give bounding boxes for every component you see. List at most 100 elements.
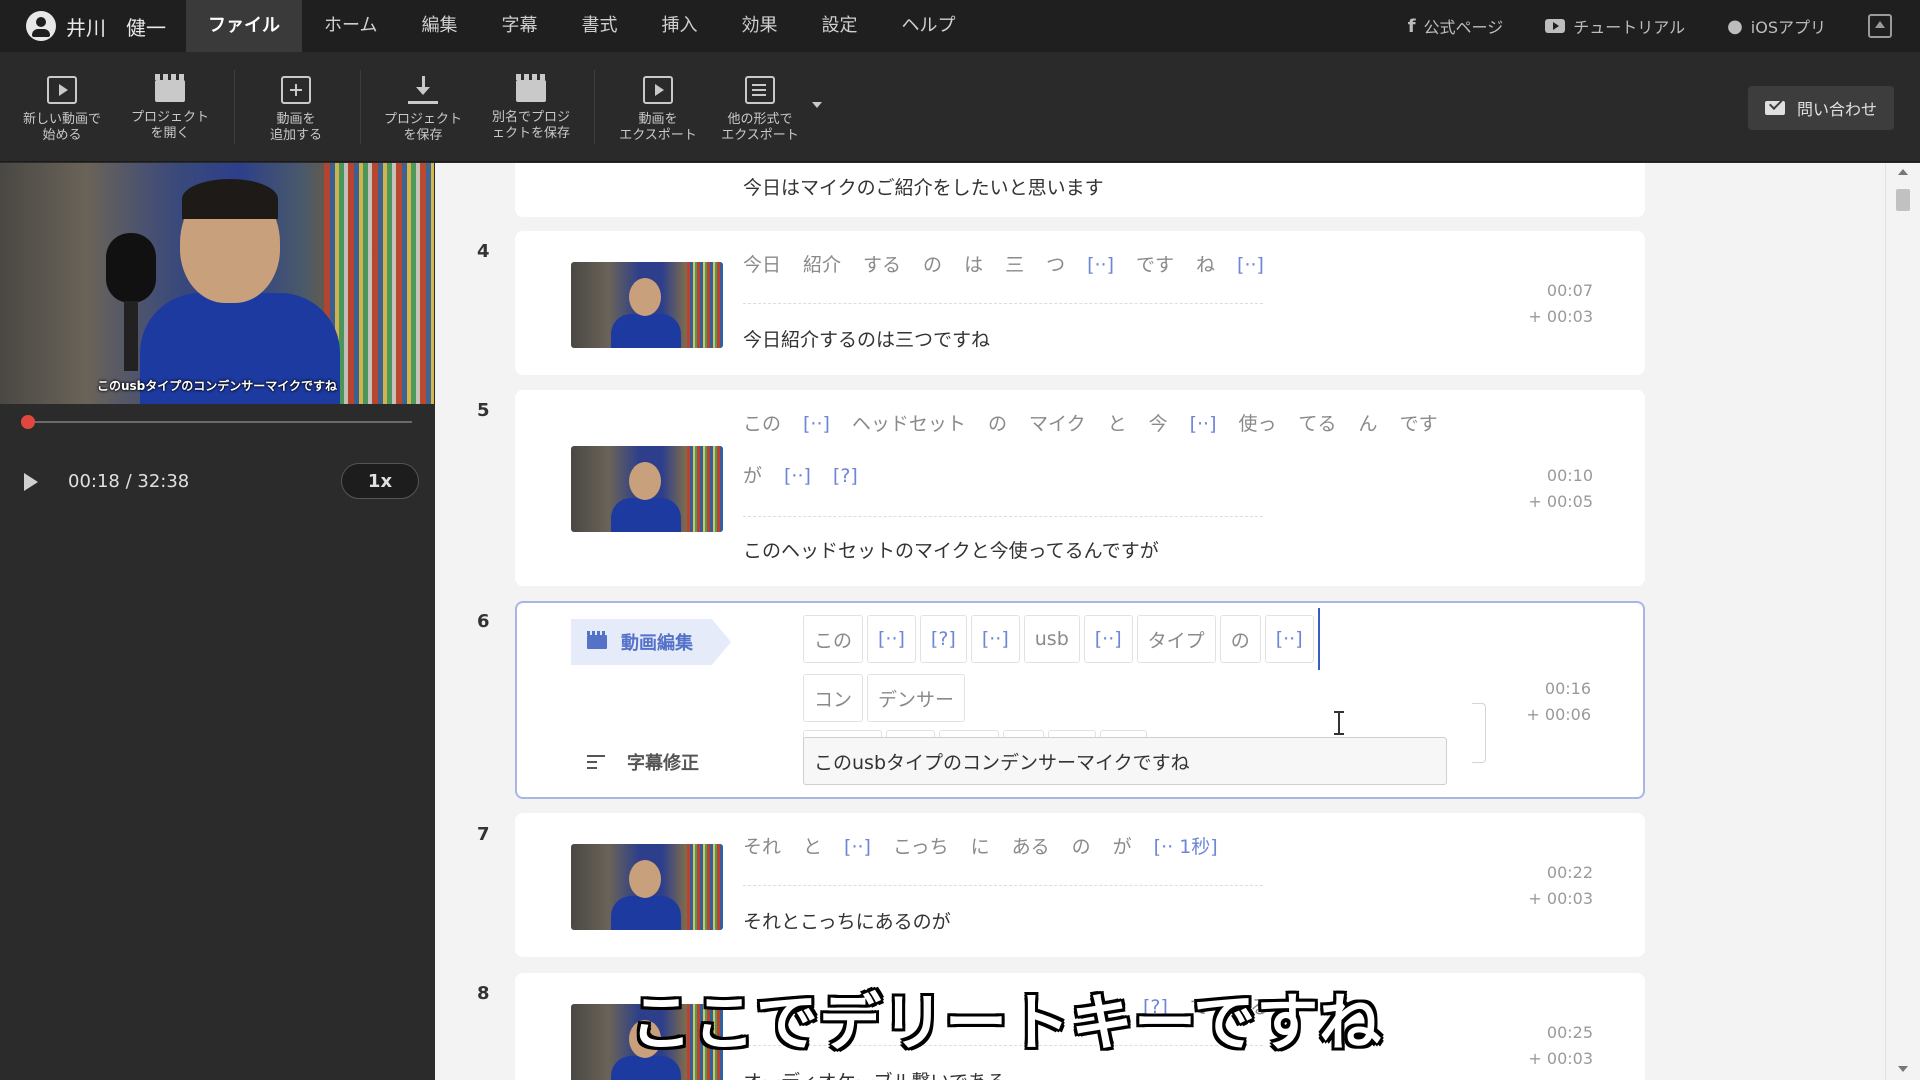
scrollbar[interactable]	[1885, 163, 1920, 1080]
menu-file[interactable]: ファイル	[186, 0, 302, 52]
play-icon[interactable]	[24, 473, 38, 491]
word-token[interactable]: ヘッドセット	[852, 398, 966, 450]
save-as-button[interactable]: 別名でプロジ ェクトを保存	[484, 52, 578, 162]
transcript-row[interactable]: 今日はマイクのご紹介をしたいと思います	[515, 163, 1645, 217]
filler-chip[interactable]: [?]	[919, 615, 967, 663]
add-video-button[interactable]: 動画を 追加する	[252, 52, 340, 162]
menu-settings[interactable]: 設定	[799, 0, 879, 52]
word-token[interactable]: てる	[1299, 398, 1337, 450]
word-token[interactable]: です	[1400, 398, 1438, 450]
word-chip[interactable]: タイプ	[1136, 615, 1216, 663]
word-tokens[interactable]: 今日 紹介 するのは三つ [··] ですね [··]	[743, 239, 1445, 291]
word-token[interactable]: が	[1113, 821, 1132, 873]
subtitle-fix-tab[interactable]: 字幕修正	[587, 749, 699, 775]
menu-edit[interactable]: 編集	[399, 0, 479, 52]
word-token[interactable]: つ	[1046, 239, 1065, 291]
transcript-row[interactable]: それと [··] こっちにあるのが [·· 1秒] それとこっちにあるのが 00:22…	[515, 813, 1645, 957]
scroll-up-icon[interactable]	[1898, 169, 1908, 175]
scroll-down-icon[interactable]	[1898, 1066, 1908, 1072]
word-token[interactable]: こっち	[893, 821, 949, 873]
word-token[interactable]: の	[988, 398, 1007, 450]
transcript-row[interactable]: 今日 紹介 するのは三つ [··] ですね [··] 今日紹介するのは三つですね 00:0…	[515, 231, 1645, 375]
subtitle-text[interactable]: オーディオケーブル繋いである	[743, 1067, 1006, 1080]
word-token[interactable]: と	[803, 821, 822, 873]
filler-token[interactable]: [··]	[1087, 239, 1114, 291]
collapse-ribbon-button[interactable]	[1868, 14, 1892, 38]
menu-home[interactable]: ホーム	[302, 0, 399, 52]
new-video-button[interactable]: 新しい動画で 始める	[18, 52, 106, 162]
open-project-label-1: プロジェクト	[130, 110, 209, 125]
video-preview[interactable]: このusbタイプのコンデンサーマイクですね	[0, 163, 434, 404]
menu-format[interactable]: 書式	[559, 0, 639, 52]
word-tokens[interactable]: それと [··] こっちにあるのが [·· 1秒]	[743, 821, 1445, 873]
menu-help[interactable]: ヘルプ	[879, 0, 977, 52]
export-other-button[interactable]: 他の形式で エクスポート	[714, 52, 806, 162]
filler-chip[interactable]: [··]	[970, 615, 1020, 663]
word-chip[interactable]: デンサー	[867, 674, 966, 722]
word-token[interactable]: ん	[1359, 398, 1378, 450]
filler-chip[interactable]: [··]	[1264, 615, 1314, 663]
filler-token[interactable]: [·· 1秒]	[1154, 821, 1218, 873]
word-token[interactable]: の	[1072, 821, 1091, 873]
menu-subtitle[interactable]: 字幕	[479, 0, 559, 52]
export-video-button[interactable]: 動画を エクスポート	[612, 52, 704, 162]
clip-thumbnail[interactable]	[571, 446, 723, 532]
chevron-down-icon[interactable]	[812, 102, 822, 108]
menu-insert[interactable]: 挿入	[639, 0, 719, 52]
word-token[interactable]: ね	[1196, 239, 1215, 291]
playback-speed-button[interactable]: 1x	[341, 463, 419, 499]
filler-token[interactable]: [··]	[1190, 398, 1217, 450]
word-token[interactable]: それ	[743, 821, 781, 873]
user-account[interactable]: 井川 健一	[0, 11, 186, 41]
word-token[interactable]: に	[971, 821, 990, 873]
word-token[interactable]: です	[1136, 239, 1174, 291]
filler-token[interactable]: [··]	[784, 450, 811, 502]
subtitle-text[interactable]: 今日はマイクのご紹介をしたいと思います	[743, 173, 1104, 200]
ios-app-link[interactable]: ● iOSアプリ	[1727, 14, 1826, 38]
subtitle-text[interactable]: それとこっちにあるのが	[743, 907, 951, 934]
word-token[interactable]: する	[863, 239, 901, 291]
clip-thumbnail[interactable]	[571, 844, 723, 930]
word-chip[interactable]: usb	[1023, 615, 1080, 663]
word-token[interactable]: 三	[1005, 239, 1024, 291]
subtitle-text[interactable]: 今日紹介するのは三つですね	[743, 325, 990, 352]
clip-thumbnail[interactable]	[571, 262, 723, 348]
contact-button[interactable]: 問い合わせ	[1748, 86, 1894, 130]
filler-chip[interactable]: [··]	[867, 615, 916, 663]
save-project-button[interactable]: プロジェクト を保存	[378, 52, 468, 162]
open-project-button[interactable]: プロジェクト を開く	[126, 52, 214, 162]
transcript-row[interactable]: この [··] ヘッドセットのマイクと今 [··] 使っ てるんですが [··] [?] この…	[515, 390, 1645, 586]
word-token[interactable]: 今日	[743, 239, 781, 291]
filler-token[interactable]: [··]	[1237, 239, 1264, 291]
word-token[interactable]: の	[923, 239, 942, 291]
player-panel: このusbタイプのコンデンサーマイクですね 00:18 / 32:38 1x	[0, 163, 434, 1080]
word-tokens[interactable]: この [··] ヘッドセットのマイクと今 [··] 使っ てるんですが [··] [?]	[743, 398, 1445, 502]
tutorial-link[interactable]: チュートリアル	[1545, 14, 1685, 38]
word-token[interactable]: が	[743, 450, 762, 502]
subtitle-text[interactable]: このヘッドセットのマイクと今使ってるんですが	[743, 536, 1159, 563]
subtitle-input[interactable]: このusbタイプのコンデンサーマイクですね	[803, 737, 1447, 785]
word-token[interactable]: 使っ	[1239, 398, 1277, 450]
word-chip[interactable]: の	[1219, 615, 1261, 663]
menu-effects[interactable]: 効果	[719, 0, 799, 52]
word-token[interactable]: 紹介	[803, 239, 841, 291]
seek-bar[interactable]	[24, 421, 412, 423]
word-token[interactable]: は	[964, 239, 983, 291]
word-token[interactable]: マイク	[1029, 398, 1086, 450]
word-token[interactable]: ある	[1012, 821, 1050, 873]
transcript-row-selected[interactable]: 動画編集 字幕修正 この [··] [?] [··] usb [··] タイプの [··] コン…	[515, 601, 1645, 799]
filler-token[interactable]: [?]	[833, 450, 858, 502]
seek-handle[interactable]	[20, 415, 35, 429]
word-token[interactable]: と	[1108, 398, 1127, 450]
filler-token[interactable]: [··]	[844, 821, 871, 873]
filler-token[interactable]: [··]	[803, 398, 830, 450]
scrollbar-thumb[interactable]	[1896, 189, 1910, 211]
word-chip[interactable]: この	[803, 615, 864, 663]
filler-chip[interactable]: [··]	[1083, 615, 1133, 663]
word-token[interactable]: 今	[1149, 398, 1168, 450]
official-page-link[interactable]: f 公式ページ	[1408, 14, 1504, 38]
export-other-label-1: 他の形式で	[727, 112, 793, 127]
video-edit-tab[interactable]: 動画編集	[571, 619, 731, 665]
word-token[interactable]: この	[743, 398, 781, 450]
word-chip[interactable]: コン	[803, 674, 864, 722]
